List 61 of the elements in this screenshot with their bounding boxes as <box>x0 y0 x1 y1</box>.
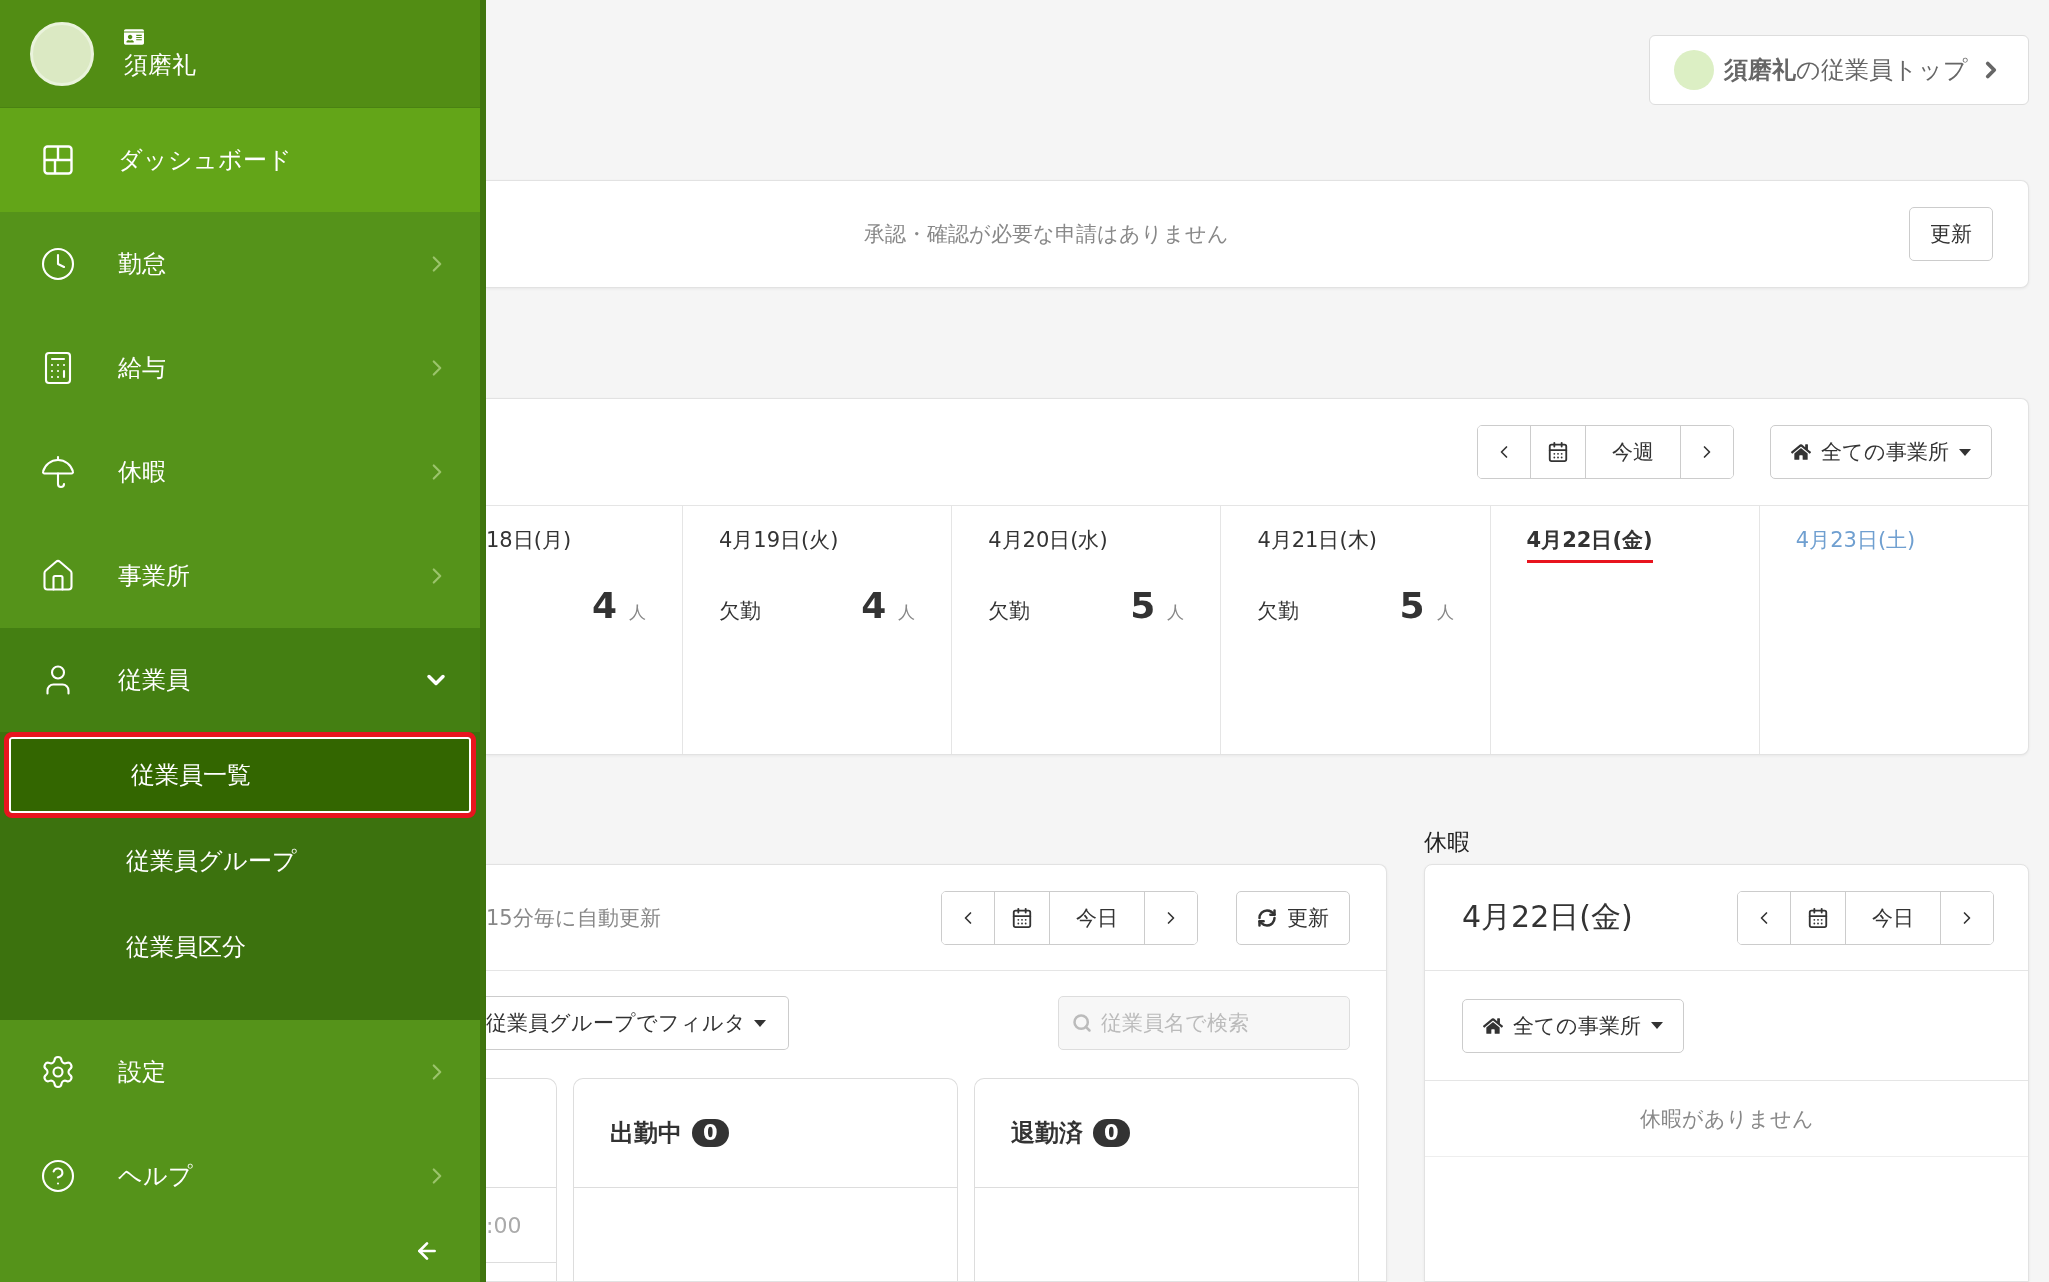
next-button[interactable] <box>1680 426 1733 478</box>
day-date: 4月22日(金) <box>1526 526 1653 563</box>
menu-item[interactable]: 従業員 <box>0 628 480 732</box>
help-icon <box>40 1158 76 1194</box>
auto-update-note: 15分毎に自動更新 <box>486 904 662 932</box>
day-date: 4月19日(火) <box>719 527 839 554</box>
house-icon <box>1483 1015 1503 1036</box>
absence-count: 4 <box>861 585 887 626</box>
search-field[interactable]: 従業員名で検索 <box>1058 996 1350 1050</box>
avatar <box>1674 50 1714 90</box>
count-unit: 人 <box>1167 601 1185 624</box>
group-filter-dropdown[interactable]: 従業員グループでフィルタ <box>486 996 789 1050</box>
count-badge: 0 <box>1093 1119 1130 1147</box>
leave-date: 4月22日(金) <box>1462 898 1633 936</box>
count-unit: 人 <box>898 601 916 624</box>
day-date: 4月21日(木) <box>1257 527 1377 554</box>
calendar-icon <box>1547 441 1569 463</box>
absence-label: 欠勤 <box>1257 598 1301 625</box>
submenu-item[interactable]: 従業員区分 <box>4 904 476 990</box>
refresh-button[interactable]: 更新 <box>1909 207 1993 261</box>
absence-count: 5 <box>1130 585 1156 626</box>
absence-count: 4 <box>591 585 617 626</box>
menu-item[interactable]: ダッシュボード <box>0 108 480 212</box>
submenu-item[interactable]: 従業員一覧 <box>4 732 476 818</box>
time-cell: :00 <box>486 1212 522 1238</box>
clock-icon <box>40 246 76 282</box>
refresh-button[interactable]: 更新 <box>1236 890 1350 945</box>
day-date: 4月23日(土) <box>1795 527 1916 554</box>
status-title: 退勤済 <box>1011 1118 1083 1149</box>
submenu-item[interactable]: 従業員グループ <box>4 818 476 904</box>
absence-label: 欠勤 <box>719 598 762 625</box>
count-badge: 0 <box>692 1119 729 1147</box>
day-date: 18日(月) <box>486 527 572 554</box>
office-dropdown[interactable]: 全ての事業所 <box>1770 425 1992 479</box>
section-heading: 休暇 <box>1424 828 1471 857</box>
count-unit: 人 <box>1436 601 1454 624</box>
caret-icon <box>754 1019 766 1027</box>
umbrella-icon <box>40 454 76 490</box>
status-title: 出勤中 <box>610 1118 682 1149</box>
next-button[interactable] <box>1940 891 1993 944</box>
caret-icon <box>1959 448 1971 456</box>
empty-message: 承認・確認が必要な申請はありません <box>864 221 1229 248</box>
office-dropdown[interactable]: 全ての事業所 <box>1462 998 1684 1053</box>
absence-count: 5 <box>1399 585 1425 626</box>
refresh-icon <box>1257 907 1277 928</box>
user-name: 須磨礼 <box>124 49 196 81</box>
day-date: 4月20日(水) <box>988 527 1108 554</box>
calendar-icon <box>1011 906 1033 929</box>
id-card-icon <box>124 26 144 47</box>
house-icon <box>1791 442 1811 462</box>
employee-top-button[interactable]: 須磨礼の従業員トップ <box>1649 35 2029 105</box>
count-unit: 人 <box>629 601 646 624</box>
search-icon <box>1072 1013 1092 1033</box>
absence-label: 欠勤 <box>988 598 1032 625</box>
settings-icon <box>40 1054 76 1090</box>
calendar-icon <box>1807 906 1829 929</box>
empty-message: 休暇がありません <box>1639 1105 1814 1133</box>
caret-icon <box>1651 1022 1663 1029</box>
next-button[interactable] <box>1144 891 1197 944</box>
dashboard-icon <box>40 142 76 178</box>
house-icon <box>40 558 76 594</box>
